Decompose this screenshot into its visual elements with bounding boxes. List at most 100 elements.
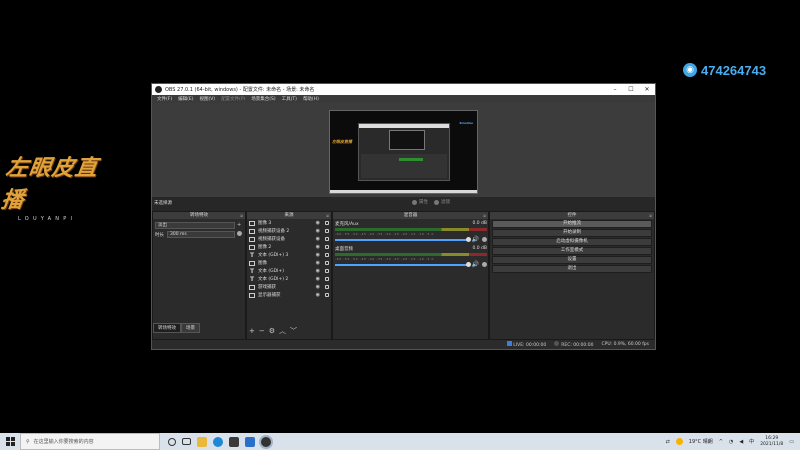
lock-icon[interactable] xyxy=(325,221,329,225)
filters-button[interactable]: 滤镜 xyxy=(434,199,450,205)
menu-scene-collection[interactable]: 场景集合(S) xyxy=(248,96,278,102)
obs-taskbar-icon[interactable] xyxy=(261,436,271,447)
menu-view[interactable]: 视图(V) xyxy=(196,96,218,102)
taskview-icon[interactable] xyxy=(182,438,191,445)
eye-icon[interactable]: ◉ xyxy=(316,228,320,234)
start-recording-button[interactable]: 开始录制 xyxy=(492,229,652,237)
exit-button[interactable]: 退出 xyxy=(492,265,652,273)
gear-icon[interactable] xyxy=(482,262,487,267)
start-virtual-camera-button[interactable]: 启动虚拟摄像机 xyxy=(492,238,652,246)
eye-icon[interactable]: ◉ xyxy=(316,292,320,298)
gear-icon[interactable] xyxy=(237,231,242,236)
lock-icon[interactable] xyxy=(325,277,329,281)
contact-number: 474264743 xyxy=(701,62,767,78)
menu-file[interactable]: 文件(F) xyxy=(154,96,175,102)
system-tray: ⇄ 19°C 晴朗 ^ ◔ ◀ 中 16:29 2021/11/8 ▭ xyxy=(666,433,794,450)
source-item[interactable]: 图像 ◉ xyxy=(247,259,331,267)
menu-edit[interactable]: 编辑(E) xyxy=(175,96,196,102)
start-button[interactable] xyxy=(0,433,20,450)
channel-header: 麦克风/Aux 0.0 dB xyxy=(335,221,487,227)
preview-brand: Sinoline xyxy=(459,121,473,125)
lock-icon[interactable] xyxy=(325,253,329,257)
pin-icon[interactable]: ⇲ xyxy=(326,212,329,219)
source-item[interactable]: 视频捕获设备 2 ◉ xyxy=(247,227,331,235)
notification-icon[interactable]: ▭ xyxy=(789,439,794,445)
source-item[interactable]: 图像 2 ◉ xyxy=(247,243,331,251)
menu-tools[interactable]: 工具(T) xyxy=(279,96,300,102)
menu-profile[interactable]: 配置文件(P) xyxy=(218,96,248,102)
source-item[interactable]: 游戏捕获 ◉ xyxy=(247,283,331,291)
source-label: 图像 3 xyxy=(258,221,272,226)
windows-icon xyxy=(5,437,15,446)
properties-button[interactable]: 属性 xyxy=(412,199,428,205)
source-item[interactable]: T 文本 (GDI+) ◉ xyxy=(247,267,331,275)
eye-icon[interactable]: ◉ xyxy=(316,252,320,258)
clock[interactable]: 16:29 2021/11/8 xyxy=(760,436,783,448)
mail-icon[interactable] xyxy=(245,436,255,447)
weather-label[interactable]: 19°C 晴朗 xyxy=(689,438,713,445)
add-source-button[interactable]: + xyxy=(249,328,255,335)
add-transition-button[interactable]: + xyxy=(237,222,241,228)
eye-icon[interactable]: ◉ xyxy=(316,284,320,290)
volume-icon[interactable]: ◀ xyxy=(739,439,743,445)
taskbar-search[interactable]: ⚲ 在这里输入你要搜索的内容 xyxy=(20,433,160,450)
source-item[interactable]: T 文本 (GDI+) 2 ◉ xyxy=(247,275,331,283)
lock-icon[interactable] xyxy=(325,245,329,249)
lock-icon[interactable] xyxy=(325,237,329,241)
pin-icon[interactable]: ⇲ xyxy=(483,212,486,219)
dock-title: 混音器 xyxy=(403,213,418,218)
eye-icon[interactable]: ◉ xyxy=(316,276,320,282)
eye-icon[interactable]: ◉ xyxy=(316,260,320,266)
maximize-button[interactable]: ☐ xyxy=(623,86,639,93)
pin-icon[interactable]: ⇲ xyxy=(240,212,243,219)
dock-title: 转场特效 xyxy=(190,213,208,218)
tab-scenes[interactable]: 场景 xyxy=(181,323,200,333)
settings-button[interactable]: 设置 xyxy=(492,256,652,264)
source-item[interactable]: T 文本 (GDI+) 3 ◉ xyxy=(247,251,331,259)
move-down-button[interactable]: ﹀ xyxy=(290,328,297,335)
menu-help[interactable]: 帮助(H) xyxy=(300,96,322,102)
store-icon[interactable] xyxy=(229,436,239,447)
ime-icon[interactable]: 中 xyxy=(749,438,754,445)
lock-icon[interactable] xyxy=(325,261,329,265)
speaker-icon[interactable]: 🔊 xyxy=(472,236,479,243)
task-view-icon[interactable] xyxy=(168,437,176,446)
volume-meter xyxy=(335,253,487,256)
source-settings-button[interactable]: ⚙ xyxy=(269,328,275,335)
studio-mode-button[interactable]: 工作室模式 xyxy=(492,247,652,255)
source-item[interactable]: 图像 3 ◉ xyxy=(247,219,331,227)
edge-icon[interactable] xyxy=(213,436,223,447)
remove-source-button[interactable]: − xyxy=(259,328,265,335)
volume-meter xyxy=(335,228,487,231)
source-item[interactable]: 显示器捕获 ◉ xyxy=(247,291,331,299)
lock-icon[interactable] xyxy=(325,229,329,233)
speaker-icon[interactable]: 🔊 xyxy=(472,261,479,268)
chevron-up-icon[interactable]: ^ xyxy=(719,439,723,445)
slider-handle[interactable] xyxy=(465,261,471,267)
slider-handle[interactable] xyxy=(465,236,471,242)
duration-input[interactable]: 300 ms xyxy=(167,231,235,238)
eye-icon[interactable]: ◉ xyxy=(316,220,320,226)
volume-slider[interactable] xyxy=(335,261,471,267)
move-up-button[interactable]: ︿ xyxy=(279,328,286,335)
eye-icon[interactable]: ◉ xyxy=(316,236,320,242)
lock-icon[interactable] xyxy=(325,285,329,289)
preview-canvas[interactable]: 左眼皮直播 Sinoline xyxy=(329,110,478,194)
source-label: 文本 (GDI+) xyxy=(258,269,284,274)
close-button[interactable]: ✕ xyxy=(639,86,655,93)
lock-icon[interactable] xyxy=(325,269,329,273)
lock-icon[interactable] xyxy=(325,293,329,297)
tab-transitions[interactable]: 转场特效 xyxy=(153,323,181,333)
eye-icon[interactable]: ◉ xyxy=(316,268,320,274)
source-item[interactable]: 视频捕获设备 ◉ xyxy=(247,235,331,243)
volume-slider[interactable] xyxy=(335,236,471,242)
eye-icon[interactable]: ◉ xyxy=(316,244,320,250)
pin-icon[interactable]: ⇲ xyxy=(649,212,652,219)
start-streaming-button[interactable]: 开始推流 xyxy=(492,220,652,228)
transition-select[interactable]: 淡出 xyxy=(155,222,235,229)
network-tray-icon[interactable]: ⇄ xyxy=(666,439,670,445)
file-explorer-icon[interactable] xyxy=(197,436,207,447)
minimize-button[interactable]: – xyxy=(607,86,623,93)
wifi-icon[interactable]: ◔ xyxy=(729,439,733,445)
gear-icon[interactable] xyxy=(482,237,487,242)
